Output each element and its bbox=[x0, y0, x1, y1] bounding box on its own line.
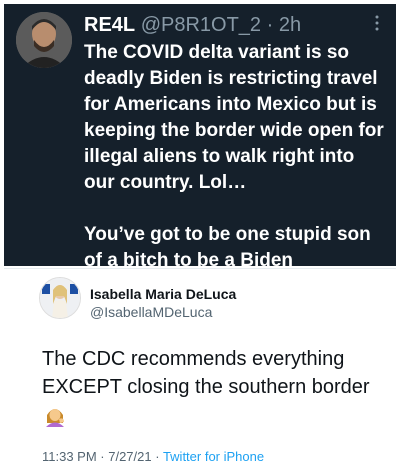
tweet-paragraph: The CDC recommends everything EXCEPT clo… bbox=[42, 348, 370, 398]
tweet-timestamp[interactable]: 11:33 PM · 7/27/21 · bbox=[42, 449, 163, 464]
user-handle[interactable]: @P8R1OT_2 bbox=[141, 14, 261, 36]
quoted-tweet-dark[interactable]: RE4L @P8R1OT_2 · 2h The COVID delta vari… bbox=[4, 4, 396, 266]
main-tweet[interactable]: Isabella Maria DeLuca @IsabellaMDeLuca T… bbox=[4, 268, 396, 472]
more-vertical-icon[interactable] bbox=[372, 14, 382, 32]
tweet-text: The CDC recommends everything EXCEPT clo… bbox=[42, 345, 392, 401]
tweet-meta: 11:33 PM · 7/27/21 · Twitter for iPhone bbox=[42, 449, 264, 464]
avatar[interactable] bbox=[16, 12, 72, 68]
separator: · bbox=[261, 14, 279, 36]
user-handle[interactable]: @IsabellaMDeLuca bbox=[90, 304, 212, 320]
woman-tipping-hand-emoji bbox=[46, 409, 64, 427]
display-name[interactable]: Isabella Maria DeLuca bbox=[90, 286, 236, 302]
avatar-photo-icon bbox=[16, 12, 72, 68]
tweet-header: RE4L @P8R1OT_2 · 2h bbox=[84, 12, 368, 38]
avatar[interactable] bbox=[39, 277, 81, 319]
display-name[interactable]: RE4L bbox=[84, 14, 135, 36]
tweet-time[interactable]: 2h bbox=[279, 14, 301, 36]
tweet-source[interactable]: Twitter for iPhone bbox=[163, 449, 264, 464]
tweet-text: The COVID delta variant is so deadly Bid… bbox=[84, 40, 390, 266]
tweet-paragraph-1: The COVID delta variant is so deadly Bid… bbox=[84, 42, 384, 193]
tweet-paragraph-2: You’ve got to be one stupid son of a bit… bbox=[84, 224, 371, 266]
avatar-photo-icon bbox=[40, 278, 80, 318]
